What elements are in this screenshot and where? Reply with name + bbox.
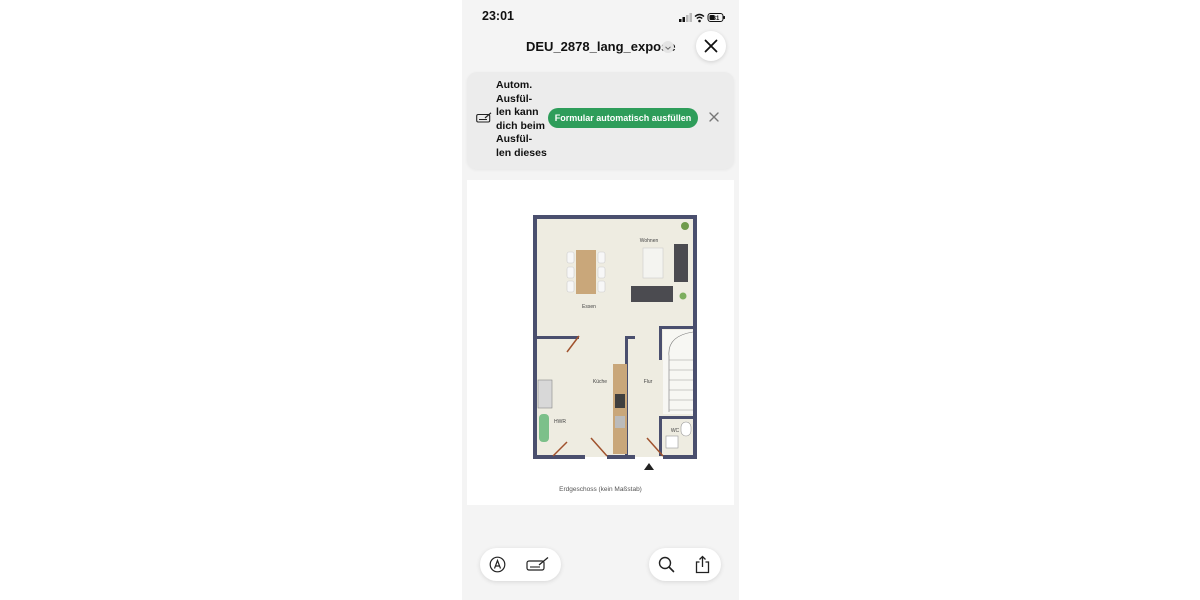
floor-plan-caption: Erdgeschoss (kein Maßstab) bbox=[559, 486, 642, 493]
entrance-arrow-icon bbox=[644, 463, 654, 470]
cellular-signal-icon bbox=[679, 13, 692, 22]
room-label-wohnen: Wohnen bbox=[640, 238, 659, 244]
pdf-page[interactable]: Wohnen Essen Küche Flur HWR WC Erdgescho… bbox=[467, 180, 734, 505]
search-icon[interactable] bbox=[658, 556, 675, 573]
battery-level: 31 bbox=[713, 16, 720, 22]
phone-screen: 23:01 31 DEU_2878_lang_expose Autom. Aus… bbox=[462, 0, 739, 600]
dismiss-icon[interactable] bbox=[707, 110, 721, 124]
room-label-kueche: Küche bbox=[593, 379, 607, 385]
status-icons: 31 bbox=[679, 11, 727, 29]
room-label-flur: Flur bbox=[644, 379, 653, 385]
title-menu-button[interactable] bbox=[662, 41, 674, 53]
close-button[interactable] bbox=[696, 31, 726, 61]
room-label-essen: Essen bbox=[582, 304, 596, 310]
bottom-toolbar-right bbox=[649, 548, 721, 581]
bottom-toolbar-left bbox=[480, 548, 561, 581]
document-title-bar: DEU_2878_lang_expose bbox=[462, 28, 739, 68]
floor-plan: Wohnen Essen Küche Flur HWR WC bbox=[533, 215, 697, 470]
autofill-signature-icon bbox=[476, 112, 492, 123]
autofill-message: Autom. Ausfül- len kann dich beim Ausfül… bbox=[496, 79, 547, 159]
markup-icon[interactable] bbox=[489, 556, 506, 573]
wifi-icon bbox=[694, 13, 705, 23]
room-label-wc: WC bbox=[671, 428, 680, 434]
close-icon bbox=[704, 39, 718, 53]
autofill-banner: Autom. Ausfül- len kann dich beim Ausfül… bbox=[467, 72, 734, 169]
document-title[interactable]: DEU_2878_lang_expose bbox=[526, 39, 676, 54]
status-time: 23:01 bbox=[482, 9, 514, 23]
share-icon[interactable] bbox=[695, 555, 710, 574]
chevron-down-icon bbox=[665, 46, 671, 50]
room-label-hwr: HWR bbox=[554, 419, 566, 425]
autofill-form-button[interactable]: Formular automatisch ausfüllen bbox=[548, 108, 698, 128]
autofill-signature-icon[interactable] bbox=[526, 556, 550, 573]
